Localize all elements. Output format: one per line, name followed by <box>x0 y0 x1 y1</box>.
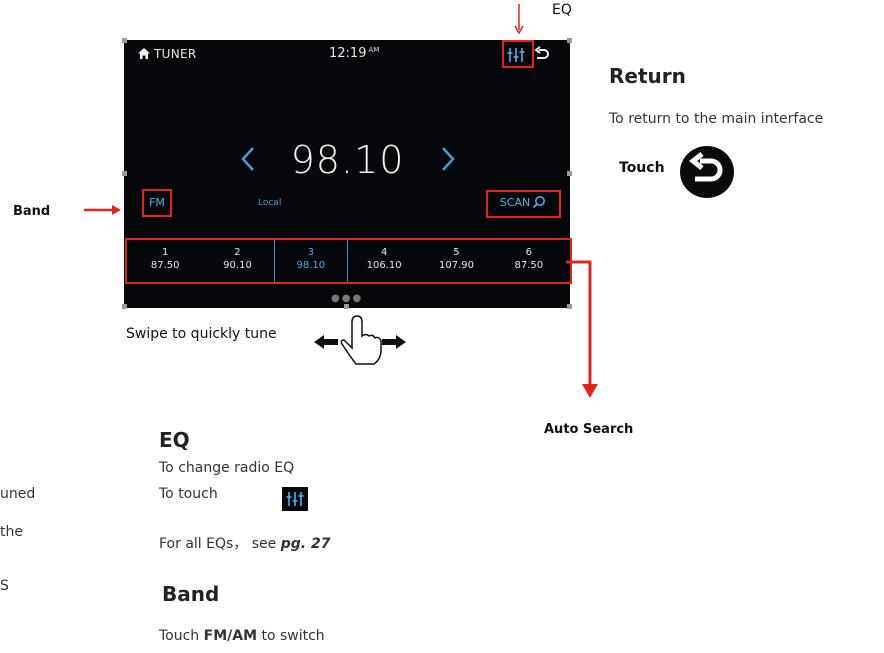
swipe-hint: Swipe to quickly tune <box>126 326 277 342</box>
eq-small-icon-box <box>282 487 308 511</box>
eq-ref-page: pg. 27 <box>280 536 331 552</box>
eq-ref-prefix: For all EQs， see <box>159 536 281 552</box>
cut-off-text: S <box>0 578 9 594</box>
return-touch-label: Touch <box>619 160 665 176</box>
eq-line-1: To change radio EQ <box>159 460 295 476</box>
band-desc-suffix: to switch <box>257 628 325 644</box>
band-desc-bold: FM/AM <box>203 628 258 644</box>
band-callout-label: Band <box>13 204 51 219</box>
auto-search-label: Auto Search <box>544 422 634 437</box>
band-description: Touch FM/AM to switch <box>159 628 325 644</box>
return-description: To return to the main interface <box>609 111 824 127</box>
eq-icon <box>286 492 304 506</box>
eq-heading: EQ <box>159 428 190 452</box>
return-button-icon <box>680 146 734 198</box>
return-heading: Return <box>609 64 686 88</box>
eq-line-2: To touch <box>159 486 218 502</box>
band-desc-prefix: Touch <box>159 628 204 644</box>
eq-callout-label: EQ <box>552 2 572 18</box>
cut-off-text: uned <box>0 486 36 502</box>
swipe-hand-icon <box>314 315 406 365</box>
cut-off-text: the <box>0 524 23 540</box>
band-heading: Band <box>162 582 220 606</box>
eq-reference: For all EQs， see pg. 27 <box>159 533 330 553</box>
